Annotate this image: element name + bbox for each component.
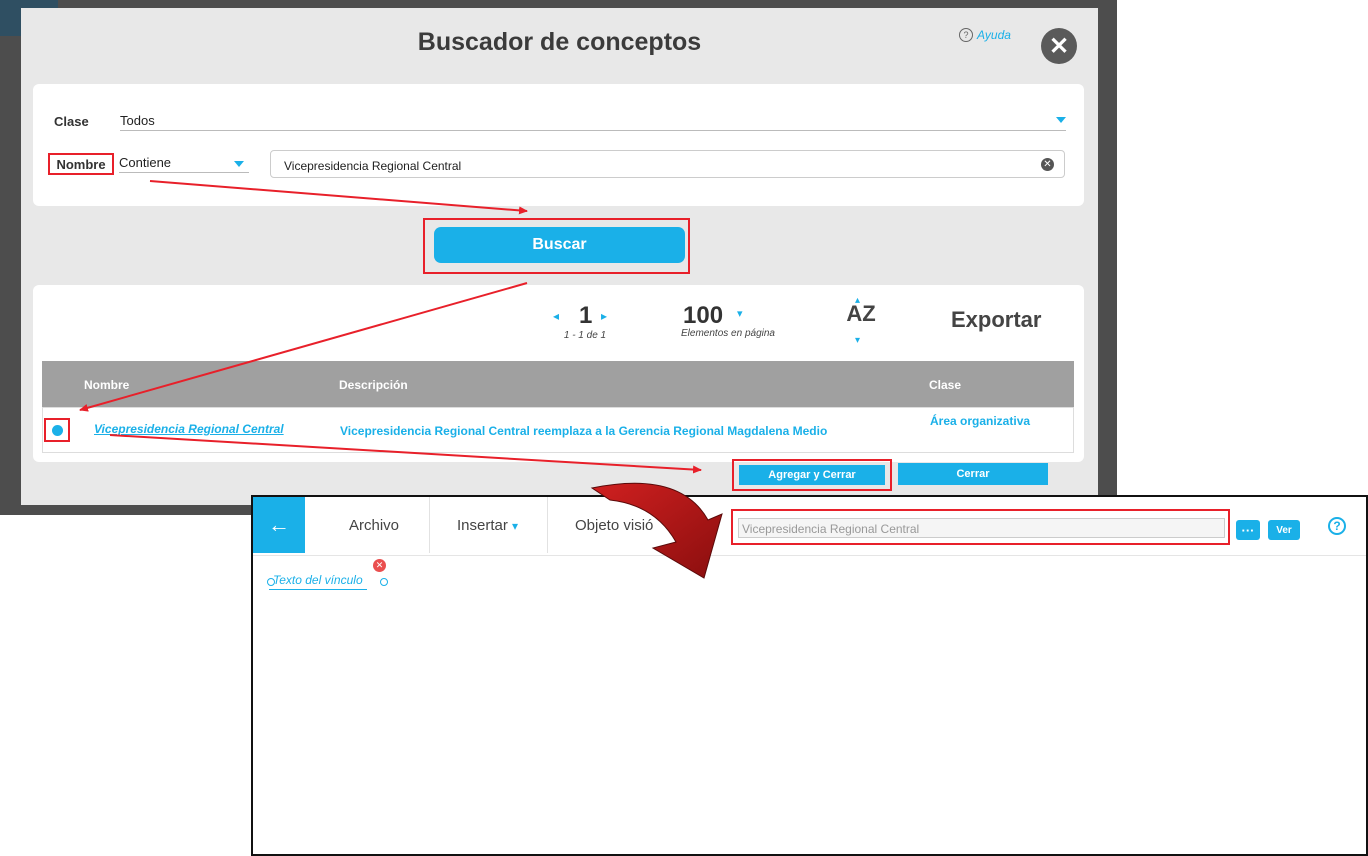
annotation-arrow-row-to-agregar [109, 434, 702, 474]
big-curved-arrow [590, 482, 723, 579]
annotation-overlay [79, 180, 723, 579]
annotation-arrow-buscar-to-row [79, 282, 528, 412]
annotation-arrow-nombre-to-buscar [149, 180, 528, 215]
